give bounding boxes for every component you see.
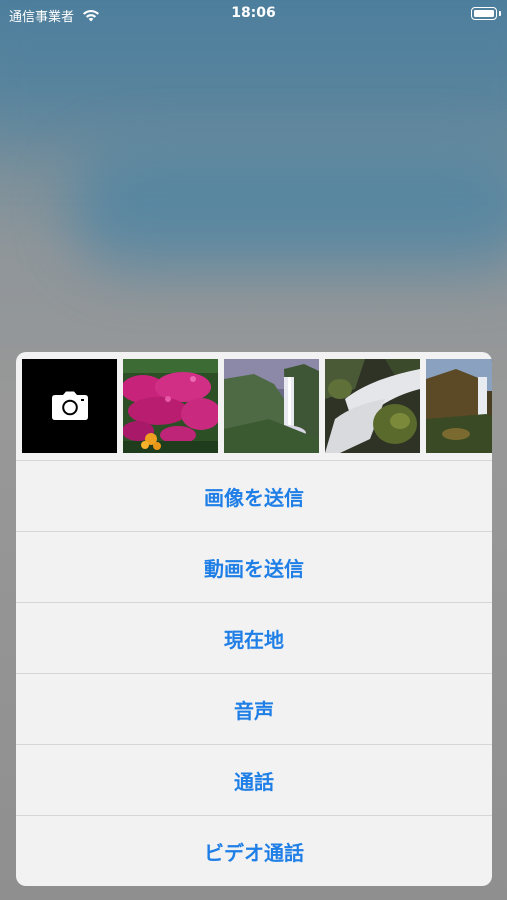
background-blur — [0, 30, 507, 140]
screen: 通信事業者 18:06 画像を送信 動画を送信 現在地 音声 通話 ビデオ通話 — [0, 0, 507, 900]
send-image-button[interactable]: 画像を送信 — [16, 461, 492, 532]
photo-thumbnail-flowers[interactable] — [123, 359, 218, 453]
status-time: 18:06 — [231, 5, 276, 21]
battery-tip — [499, 11, 501, 16]
battery-level — [474, 10, 494, 17]
call-button[interactable]: 通話 — [16, 745, 492, 816]
status-bar: 通信事業者 18:06 — [0, 0, 507, 28]
waterfall-cliff-photo — [426, 359, 492, 453]
photo-strip[interactable] — [16, 352, 492, 461]
photo-thumbnail-waterfall-2[interactable] — [325, 359, 420, 453]
voice-button[interactable]: 音声 — [16, 674, 492, 745]
action-sheet: 画像を送信 動画を送信 現在地 音声 通話 ビデオ通話 — [16, 352, 492, 886]
waterfall-rocks-photo — [325, 359, 420, 453]
photo-thumbnail-waterfall-3[interactable] — [426, 359, 492, 453]
photo-thumbnail-waterfall-1[interactable] — [224, 359, 319, 453]
background-blur-band — [70, 150, 507, 270]
camera-button[interactable] — [22, 359, 117, 453]
send-video-button[interactable]: 動画を送信 — [16, 532, 492, 603]
waterfall-valley-photo — [224, 359, 319, 453]
pink-flowers-photo — [123, 359, 218, 453]
current-location-button[interactable]: 現在地 — [16, 603, 492, 674]
video-call-button[interactable]: ビデオ通話 — [16, 816, 492, 886]
camera-icon — [51, 391, 88, 420]
battery-icon — [471, 7, 501, 20]
